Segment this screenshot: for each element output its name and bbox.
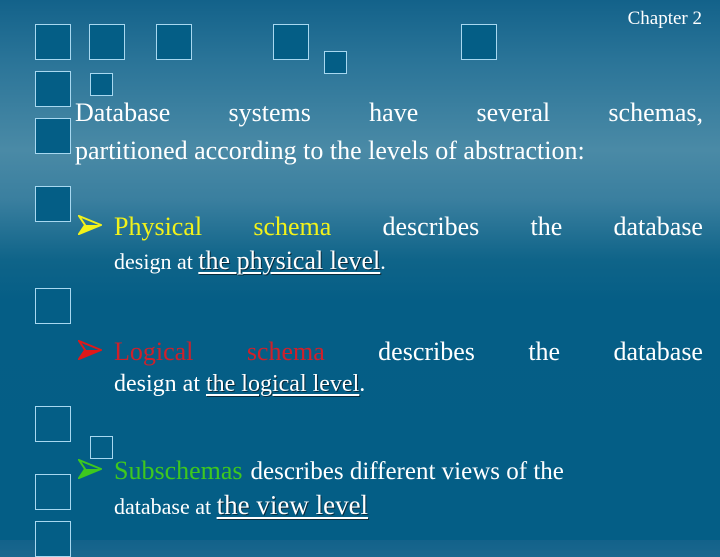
chapter-label: Chapter 2 (627, 8, 702, 29)
intro-word: Database (75, 98, 171, 127)
decor-square (35, 288, 71, 324)
intro-word: schemas, (608, 98, 703, 127)
arrowhead-bullet-icon (78, 215, 102, 235)
line2-prefix: design at (114, 249, 199, 274)
decor-square (35, 24, 71, 60)
bullet-logical-schema: Logical schema describes the database de… (78, 337, 703, 398)
term-schema: schema (246, 337, 325, 366)
desc-word: the (528, 337, 561, 366)
bullet-subschemas: Subschemas describes different views of … (78, 456, 703, 521)
decor-square (156, 24, 192, 60)
link-view-level[interactable]: the view level (217, 490, 368, 520)
desc-word: the (530, 212, 563, 241)
desc-word: describes (378, 337, 475, 366)
line2-suffix: . (380, 249, 386, 274)
decor-square (35, 186, 71, 222)
desc-word: database (613, 212, 703, 241)
decor-square (461, 24, 497, 60)
link-physical-level[interactable]: the physical level (198, 246, 380, 275)
term-schema: schema (253, 212, 332, 241)
decor-square (324, 51, 347, 74)
intro-word: have (369, 98, 419, 127)
decor-square (35, 474, 71, 510)
arrowhead-bullet-icon (78, 340, 102, 360)
term-physical: Physical (114, 212, 203, 241)
decor-square (35, 71, 71, 107)
link-logical-level[interactable]: the logical level (206, 371, 359, 397)
arrowhead-bullet-icon (78, 459, 102, 479)
desc-word: database (613, 337, 703, 366)
intro-paragraph: Database systems have several schemas, p… (75, 94, 703, 170)
intro-line-1: Database systems have several schemas, (75, 94, 703, 132)
line2-prefix: database at (114, 494, 217, 519)
line2-suffix: . (359, 371, 366, 397)
decor-square (90, 73, 113, 96)
desc-text: describes different views of the (250, 458, 564, 485)
intro-word: several (476, 98, 551, 127)
intro-line-2: partitioned according to the levels of a… (75, 136, 585, 165)
decor-square (35, 118, 71, 154)
decor-square (89, 24, 125, 60)
desc-word: describes (382, 212, 480, 241)
line2-prefix: design at (114, 371, 206, 397)
decor-square (35, 406, 71, 442)
decor-square (273, 24, 309, 60)
term-logical: Logical (114, 337, 194, 366)
term-subschemas: Subschemas (114, 456, 243, 485)
bullet-physical-schema: Physical schema describes the database d… (78, 212, 703, 276)
intro-word: systems (228, 98, 311, 127)
decor-square (35, 521, 71, 557)
